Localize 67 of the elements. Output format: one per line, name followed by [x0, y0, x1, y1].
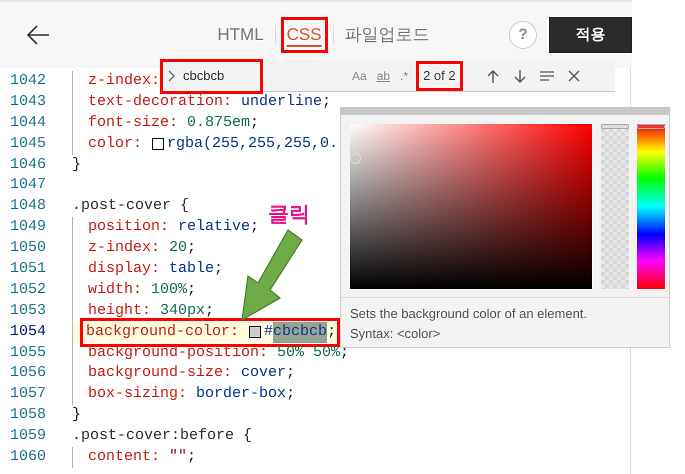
line-number: 1051: [9, 259, 48, 280]
line-number: 1049: [9, 217, 48, 238]
arrow-down-icon[interactable]: [512, 68, 527, 84]
option-toggle[interactable]: Aa: [352, 67, 367, 85]
code-text: ;: [327, 322, 336, 342]
lines-icon[interactable]: [540, 68, 554, 84]
syntax-text: Syntax: <color>: [350, 325, 442, 343]
line-number: 1043: [9, 92, 48, 112]
slider-handle[interactable]: [637, 124, 665, 129]
tab[interactable]: 파일업로드: [342, 20, 433, 50]
picker-handle[interactable]: [350, 153, 361, 164]
option-toggle[interactable]: ab: [376, 67, 390, 85]
code-text: z-index:: [88, 71, 160, 91]
option-toggle[interactable]: .*: [400, 67, 408, 85]
code-text: position: relative;: [88, 217, 260, 238]
code-text: }: [72, 154, 82, 175]
color-swatch-icon[interactable]: [249, 326, 262, 338]
line-number: 1046: [9, 154, 48, 175]
line-number: 1054: [9, 322, 48, 342]
line-number: 1047: [9, 175, 48, 196]
code-text: height: 340px;: [88, 300, 214, 321]
code-text: .post-cover {: [72, 196, 190, 216]
tab[interactable]: CSS: [284, 20, 325, 50]
back-arrow-icon[interactable]: [26, 23, 50, 47]
arrow-up-icon[interactable]: [486, 68, 500, 84]
color-swatch-icon[interactable]: [152, 138, 164, 150]
code-text: text-decoration: underline;: [88, 92, 332, 112]
color-gradient[interactable]: [350, 124, 592, 289]
hue-slider[interactable]: [637, 124, 665, 289]
line-number: 1053: [9, 300, 48, 321]
code-text: .post-cover:before {: [72, 426, 252, 446]
line-number: 1056: [9, 363, 48, 384]
line-number: 1060: [9, 447, 48, 468]
close-icon[interactable]: [566, 68, 581, 84]
code-text: z-index: 20;: [88, 238, 196, 258]
match-count: 2 of 2: [419, 64, 460, 88]
line-number: 1044: [9, 112, 48, 133]
code-text: box-sizing: border-box;: [88, 384, 296, 404]
line-number: 1052: [9, 280, 48, 300]
code-text: background-color:: [86, 322, 240, 342]
code-text: }: [72, 405, 82, 426]
search-field[interactable]: cbcbcb: [179, 66, 261, 86]
help-button[interactable]: ?: [509, 21, 537, 49]
callout-text: 클릭: [268, 201, 310, 228]
code-text: font-size: 0.875em;: [88, 112, 260, 133]
code-text: color:: [88, 134, 144, 154]
line-number: 1058: [9, 405, 48, 426]
line-number: 1048: [9, 196, 48, 216]
tab[interactable]: HTML: [214, 20, 267, 50]
description-text: Sets the background color of an element.: [350, 305, 588, 323]
line-number: 1050: [9, 238, 48, 258]
code-text: display: table;: [88, 259, 224, 280]
code-text: rgba(255,255,255,0.: [167, 134, 338, 154]
code-text: content: "";: [88, 447, 196, 468]
selected-text: cbcbcb: [273, 322, 328, 343]
slider-handle[interactable]: [601, 124, 629, 129]
code-text: background-position: 50% 50%;: [88, 342, 350, 363]
line-number: 1045: [9, 134, 48, 154]
line-number: 1059: [9, 426, 48, 446]
alpha-slider[interactable]: [601, 124, 629, 289]
code-text: #: [264, 322, 274, 342]
line-number: 1057: [9, 384, 48, 404]
code-text: background-size: cover;: [88, 363, 296, 384]
code-text: width: 100%;: [88, 280, 196, 300]
apply-button[interactable]: 적용: [549, 17, 632, 53]
line-number: 1042: [9, 71, 48, 91]
line-number: 1055: [9, 342, 48, 363]
